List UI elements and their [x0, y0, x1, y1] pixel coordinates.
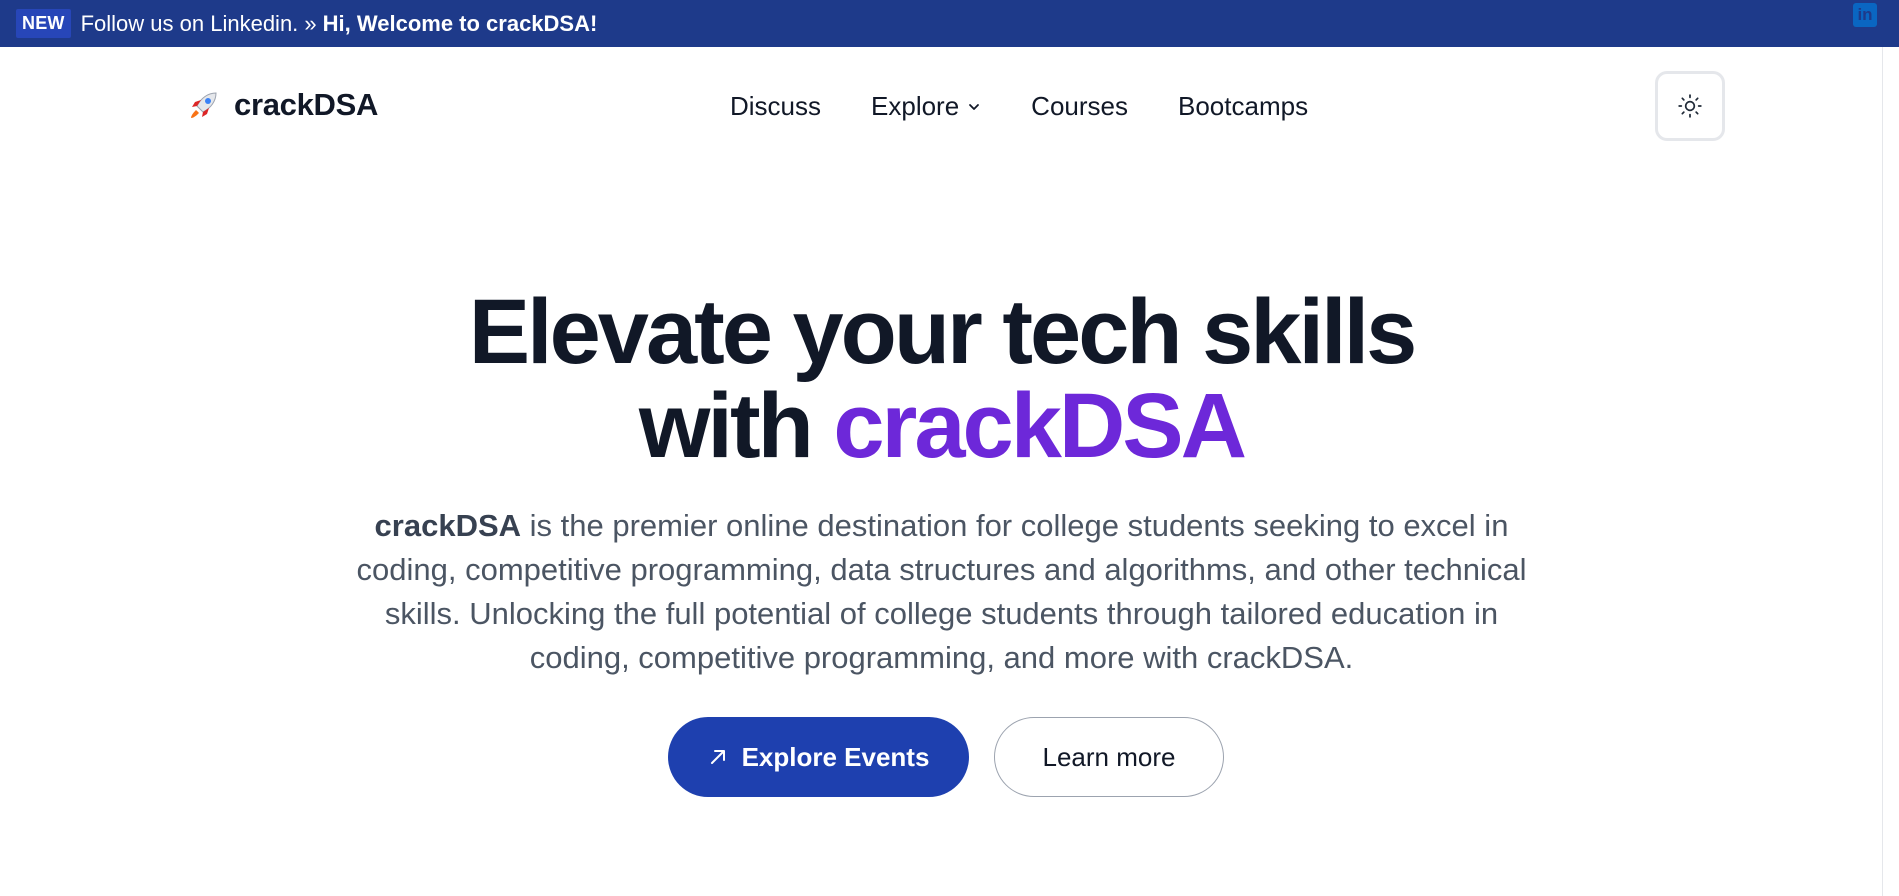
linkedin-follow-link[interactable]: Follow us on Linkedin. » — [81, 11, 317, 37]
linkedin-icon[interactable]: in — [1853, 3, 1877, 27]
hero-title-accent: crackDSA — [833, 375, 1247, 477]
chevron-down-icon — [969, 103, 980, 110]
rocket-icon — [191, 92, 217, 118]
theme-toggle-button[interactable] — [1655, 71, 1725, 141]
nav-bootcamps[interactable]: Bootcamps — [1178, 91, 1308, 122]
nav-explore-label: Explore — [871, 91, 960, 121]
explore-events-button[interactable]: Explore Events — [668, 717, 969, 797]
nav-discuss[interactable]: Discuss — [730, 91, 821, 122]
hero-description-brand: crackDSA — [374, 508, 522, 543]
announcement-bar: NEW Follow us on Linkedin. » Hi, Welcome… — [0, 0, 1899, 47]
logo-text: crackDSA — [234, 87, 379, 122]
page-scrollbar[interactable] — [1882, 47, 1899, 896]
nav-bootcamps-label: Bootcamps — [1178, 91, 1309, 121]
nav-courses-label: Courses — [1031, 91, 1128, 121]
nav-courses[interactable]: Courses — [1031, 91, 1128, 122]
hero-description: crackDSA is the premier online destinati… — [340, 504, 1543, 680]
arrow-up-right-icon — [710, 750, 725, 764]
hero-title: Elevate your tech skills with crackDSA — [0, 285, 1883, 473]
hero-description-text: is the premier online destination for co… — [356, 508, 1527, 675]
hero-title-line2-prefix: with — [638, 375, 834, 477]
nav-explore[interactable]: Explore — [871, 91, 981, 122]
welcome-message: Hi, Welcome to crackDSA! — [322, 10, 598, 36]
learn-more-label: Learn more — [1042, 741, 1176, 772]
hero-title-line1: Elevate your tech skills — [468, 281, 1418, 383]
explore-events-label: Explore Events — [741, 741, 930, 772]
nav-discuss-label: Discuss — [730, 91, 822, 121]
new-badge: NEW — [16, 9, 71, 38]
sun-icon — [1678, 94, 1702, 118]
logo-link[interactable]: crackDSA — [186, 87, 378, 123]
learn-more-button[interactable]: Learn more — [994, 717, 1224, 797]
main-nav: Discuss Explore Courses Bootcamps — [730, 91, 1308, 122]
site-header: crackDSA Discuss Explore Courses Bootcam… — [0, 47, 1883, 167]
